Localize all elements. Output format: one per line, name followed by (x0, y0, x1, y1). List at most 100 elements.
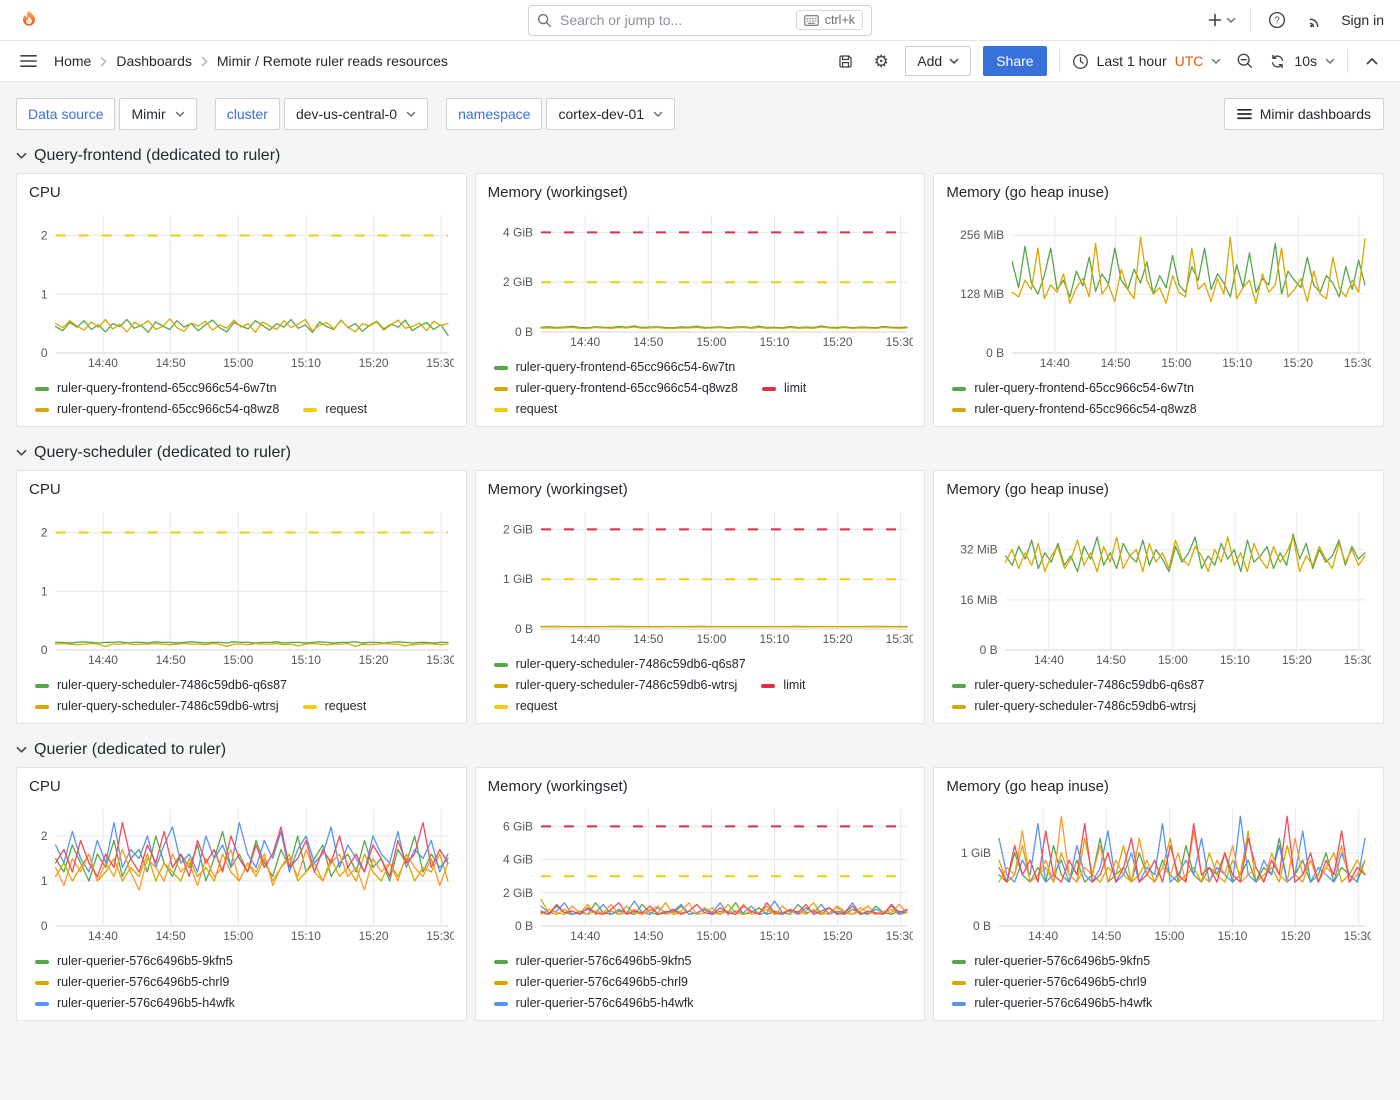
zoom-out-button[interactable] (1233, 47, 1257, 75)
breadcrumb-item[interactable]: Home (54, 53, 91, 69)
time-series-chart[interactable]: 0 B1 GiB2 GiB14:4014:5015:0015:1015:2015… (488, 503, 913, 649)
legend-item[interactable]: ruler-query-frontend-65cc966c54-q8wz8 (952, 399, 1196, 420)
legend-item[interactable]: ruler-query-frontend-65cc966c54-q8wz8 (494, 378, 738, 399)
row-panels: CPU 01214:4014:5015:0015:1015:2015:30 ru… (16, 470, 1384, 724)
sign-in-button[interactable]: Sign in (1341, 12, 1384, 28)
legend-item[interactable]: ruler-querier-576c6496b5-chrl9 (35, 972, 229, 993)
legend-item[interactable]: ruler-query-scheduler-7486c59db6-q6s87 (494, 654, 746, 675)
legend-item[interactable]: ruler-query-scheduler-7486c59db6-wtrsj (35, 696, 279, 717)
dashboard-settings-button[interactable]: ⚙ (869, 47, 893, 75)
svg-text:2 GiB: 2 GiB (503, 522, 533, 536)
help-button[interactable]: ? (1265, 6, 1289, 34)
time-series-chart[interactable]: 0 B2 GiB4 GiB14:4014:5015:0015:1015:2015… (488, 206, 913, 352)
legend-item[interactable]: ruler-querier-576c6496b5-chrl9 (952, 972, 1146, 993)
panel: Memory (workingset) 0 B2 GiB4 GiB14:4014… (475, 173, 926, 427)
legend-item[interactable]: ruler-querier-576c6496b5-9kfn5 (494, 951, 692, 972)
chart-canvas: 01214:4014:5015:0015:1015:2015:30 (29, 800, 454, 946)
refresh-interval-label: 10s (1294, 53, 1317, 69)
svg-text:14:40: 14:40 (1029, 929, 1059, 943)
legend-item[interactable]: ruler-querier-576c6496b5-9kfn5 (35, 951, 233, 972)
legend-item[interactable]: ruler-query-scheduler-7486c59db6-q6s87 (35, 675, 287, 696)
time-series-chart[interactable]: 0 B16 MiB32 MiB14:4014:5015:0015:1015:20… (946, 503, 1371, 670)
legend-item[interactable]: ruler-querier-576c6496b5-h4wfk (35, 993, 235, 1014)
svg-text:15:20: 15:20 (1281, 929, 1311, 943)
svg-text:14:50: 14:50 (156, 653, 186, 667)
time-series-chart[interactable]: 0 B128 MiB256 MiB14:4014:5015:0015:1015:… (946, 206, 1371, 373)
time-series-chart[interactable]: 01214:4014:5015:0015:1015:2015:30 (29, 800, 454, 946)
panel-title[interactable]: Memory (workingset) (488, 776, 913, 798)
variable-value-dropdown[interactable]: cortex-dev-01 (546, 98, 675, 130)
news-button[interactable] (1303, 6, 1327, 34)
svg-text:16 MiB: 16 MiB (961, 593, 998, 607)
legend-item[interactable]: ruler-querier-576c6496b5-chrl9 (494, 972, 688, 993)
legend-swatch (952, 1002, 966, 1006)
svg-text:256 MiB: 256 MiB (961, 228, 1005, 242)
share-button[interactable]: Share (983, 46, 1046, 76)
time-series-chart[interactable]: 0 B1 GiB14:4014:5015:0015:1015:2015:30 (946, 800, 1371, 946)
grafana-logo[interactable] (16, 7, 42, 33)
save-dashboard-button[interactable] (833, 47, 857, 75)
legend-label: ruler-query-scheduler-7486c59db6-q6s87 (516, 654, 746, 675)
svg-text:14:50: 14:50 (633, 335, 663, 349)
legend-item[interactable]: ruler-query-frontend-65cc966c54-6w7tn (35, 378, 277, 399)
row-header[interactable]: Query-frontend (dedicated to ruler) (16, 130, 1384, 172)
legend-item[interactable]: ruler-query-frontend-65cc966c54-6w7tn (952, 378, 1194, 399)
panel-title[interactable]: CPU (29, 182, 454, 204)
legend-swatch (494, 408, 508, 412)
legend-item[interactable]: ruler-querier-576c6496b5-9kfn5 (952, 951, 1150, 972)
new-button[interactable] (1207, 6, 1236, 34)
legend-item[interactable]: ruler-query-scheduler-7486c59db6-wtrsj (494, 675, 738, 696)
svg-text:0 B: 0 B (515, 919, 533, 933)
legend-item[interactable]: limit (762, 378, 806, 399)
search-input[interactable]: Search or jump to... ctrl+k (528, 5, 872, 36)
legend-swatch (35, 1002, 49, 1006)
add-panel-button[interactable]: Add (905, 46, 971, 76)
legend-item[interactable]: ruler-querier-576c6496b5-h4wfk (494, 993, 694, 1014)
svg-text:14:50: 14:50 (633, 632, 663, 646)
legend-item[interactable]: request (494, 696, 558, 717)
panel-title[interactable]: Memory (workingset) (488, 479, 913, 501)
variable-value-dropdown[interactable]: dev-us-central-0 (284, 98, 428, 130)
legend-item[interactable]: ruler-query-scheduler-7486c59db6-wtrsj (952, 696, 1196, 717)
legend-item[interactable]: request (303, 696, 367, 717)
row-header[interactable]: Querier (dedicated to ruler) (16, 724, 1384, 766)
menu-button[interactable] (16, 47, 40, 75)
legend-item[interactable]: ruler-query-frontend-65cc966c54-6w7tn (494, 357, 736, 378)
svg-text:0 B: 0 B (987, 346, 1005, 360)
legend-swatch (952, 960, 966, 964)
row-title: Querier (dedicated to ruler) (34, 741, 226, 759)
legend-label: ruler-querier-576c6496b5-9kfn5 (974, 951, 1150, 972)
legend-item[interactable]: request (494, 399, 558, 420)
time-series-chart[interactable]: 0 B2 GiB4 GiB6 GiB14:4014:5015:0015:1015… (488, 800, 913, 946)
panel: CPU 01214:4014:5015:0015:1015:2015:30 ru… (16, 767, 467, 1021)
breadcrumb-item[interactable]: Dashboards (116, 53, 192, 69)
svg-text:14:40: 14:40 (88, 356, 118, 370)
refresh-picker[interactable]: 10s (1269, 53, 1335, 70)
time-series-chart[interactable]: 01214:4014:5015:0015:1015:2015:30 (29, 206, 454, 373)
row-header[interactable]: Query-scheduler (dedicated to ruler) (16, 427, 1384, 469)
svg-text:14:40: 14:40 (570, 632, 600, 646)
legend-swatch (494, 684, 508, 688)
variable-value-dropdown[interactable]: Mimir (119, 98, 196, 130)
legend-item[interactable]: ruler-query-frontend-65cc966c54-q8wz8 (35, 399, 279, 420)
panel-title[interactable]: CPU (29, 479, 454, 501)
svg-text:15:00: 15:00 (1162, 356, 1192, 370)
time-range-picker[interactable]: Last 1 hour UTC (1072, 53, 1222, 70)
time-series-chart[interactable]: 01214:4014:5015:0015:1015:2015:30 (29, 503, 454, 670)
chevron-down-icon (653, 111, 663, 118)
panel-title[interactable]: Memory (go heap inuse) (946, 479, 1371, 501)
panel-title[interactable]: Memory (workingset) (488, 182, 913, 204)
legend-item[interactable]: limit (761, 675, 805, 696)
panel-title[interactable]: CPU (29, 776, 454, 798)
legend-swatch (762, 387, 776, 391)
settings-icon: ⚙ (874, 53, 889, 70)
legend-item[interactable]: request (303, 399, 367, 420)
breadcrumb-item: Mimir / Remote ruler reads resources (217, 53, 448, 69)
svg-text:15:30: 15:30 (1344, 356, 1371, 370)
mimir-dashboards-button[interactable]: Mimir dashboards (1224, 98, 1384, 130)
legend-item[interactable]: ruler-query-scheduler-7486c59db6-q6s87 (952, 675, 1204, 696)
panel-title[interactable]: Memory (go heap inuse) (946, 776, 1371, 798)
collapse-toolbar-button[interactable] (1360, 47, 1384, 75)
legend-item[interactable]: ruler-querier-576c6496b5-h4wfk (952, 993, 1152, 1014)
panel-title[interactable]: Memory (go heap inuse) (946, 182, 1371, 204)
